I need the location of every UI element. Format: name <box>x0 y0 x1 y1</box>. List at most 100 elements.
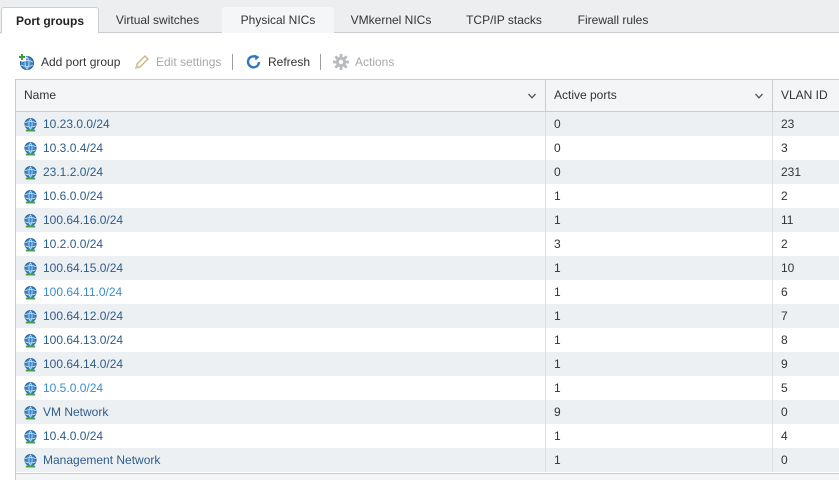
vlan-id-cell: 231 <box>781 165 802 179</box>
table-row[interactable]: 10.2.0.0/24 3 2 <box>16 232 839 256</box>
network-globe-icon <box>24 285 37 300</box>
port-group-name-cell: 100.64.15.0/24 <box>16 256 546 280</box>
vlan-id-cell: 11 <box>781 213 794 227</box>
network-globe-icon <box>24 381 37 396</box>
vlan-id-cell: 2 <box>781 189 788 203</box>
tab-physical-nics[interactable]: Physical NICs <box>222 7 334 33</box>
edit-settings-button[interactable]: Edit settings <box>133 50 221 74</box>
network-globe-icon <box>24 261 37 276</box>
network-globe-icon <box>24 429 37 444</box>
port-group-link[interactable]: VM Network <box>43 400 108 424</box>
chevron-down-icon[interactable] <box>754 91 764 101</box>
network-globe-icon <box>24 213 37 228</box>
port-group-name-cell: 100.64.12.0/24 <box>16 304 546 328</box>
network-globe-icon <box>24 309 37 324</box>
port-group-link[interactable]: 100.64.14.0/24 <box>43 352 123 376</box>
port-group-name-cell: 10.6.0.0/24 <box>16 184 546 208</box>
port-group-link[interactable]: 100.64.12.0/24 <box>43 304 123 328</box>
table-row[interactable]: 100.64.15.0/24 1 10 <box>16 256 839 280</box>
pencil-icon <box>133 53 151 71</box>
active-ports-cell: 1 <box>546 280 773 304</box>
tab-firewall-rules[interactable]: Firewall rules <box>566 7 660 33</box>
toolbar: Add port group Edit settings Refresh Act… <box>16 50 839 74</box>
port-group-link[interactable]: 100.64.13.0/24 <box>43 328 123 352</box>
port-group-name-cell: 100.64.14.0/24 <box>16 352 546 376</box>
port-group-link[interactable]: Management Network <box>43 448 160 472</box>
column-label: VLAN ID <box>781 88 828 102</box>
table-row[interactable]: 100.64.11.0/24 1 6 <box>16 280 839 304</box>
port-group-link[interactable]: 100.64.16.0/24 <box>43 208 123 232</box>
vlan-id-cell: 3 <box>781 141 788 155</box>
port-group-link[interactable]: 10.23.0.0/24 <box>43 112 110 136</box>
table-row[interactable]: 10.3.0.4/24 0 3 <box>16 136 839 160</box>
port-group-link[interactable]: 10.2.0.0/24 <box>43 232 103 256</box>
network-globe-icon <box>24 189 37 204</box>
refresh-label: Refresh <box>268 55 311 69</box>
port-group-link[interactable]: 10.4.0.0/24 <box>43 424 103 448</box>
active-ports-cell: 3 <box>546 232 773 256</box>
port-group-link[interactable]: 100.64.15.0/24 <box>43 256 123 280</box>
active-ports-cell: 1 <box>546 448 773 472</box>
table-row[interactable]: 100.64.13.0/24 1 8 <box>16 328 839 352</box>
chevron-down-icon[interactable] <box>527 91 537 101</box>
actions-label: Actions <box>355 55 395 69</box>
actions-button[interactable]: Actions <box>332 50 394 74</box>
port-group-link[interactable]: 10.5.0.0/24 <box>43 376 103 400</box>
port-group-name-cell: Management Network <box>16 448 546 472</box>
port-group-name-cell: 23.1.2.0/24 <box>16 160 546 184</box>
table-row[interactable]: 10.23.0.0/24 0 23 <box>16 112 839 136</box>
vlan-id-cell: 6 <box>781 285 788 299</box>
port-group-name-cell: 10.5.0.0/24 <box>16 376 546 400</box>
network-globe-icon <box>24 453 37 468</box>
port-group-link[interactable]: 23.1.2.0/24 <box>43 160 103 184</box>
vlan-id-cell: 7 <box>781 309 788 323</box>
port-group-name-cell: 100.64.16.0/24 <box>16 208 546 232</box>
port-group-link[interactable]: 100.64.11.0/24 <box>43 280 122 304</box>
active-ports-cell: 1 <box>546 256 773 280</box>
port-group-name-cell: 10.3.0.4/24 <box>16 136 546 160</box>
port-group-name-cell: VM Network <box>16 400 546 424</box>
table-row[interactable]: 10.5.0.0/24 1 5 <box>16 376 839 400</box>
edit-settings-label: Edit settings <box>156 55 222 69</box>
vlan-id-cell: 0 <box>781 405 788 419</box>
network-globe-icon <box>24 141 37 156</box>
table-row[interactable]: 100.64.14.0/24 1 9 <box>16 352 839 376</box>
vlan-id-cell: 10 <box>781 261 795 275</box>
port-group-name-cell: 10.2.0.0/24 <box>16 232 546 256</box>
vlan-id-cell: 2 <box>781 237 788 251</box>
network-globe-icon <box>24 237 37 252</box>
network-globe-icon <box>24 165 37 180</box>
tab-vmkernel-nics[interactable]: VMkernel NICs <box>336 7 446 33</box>
vlan-id-cell: 23 <box>781 117 795 131</box>
port-group-link[interactable]: 10.3.0.4/24 <box>43 136 103 160</box>
active-ports-cell: 0 <box>546 112 773 136</box>
port-group-name-cell: 10.4.0.0/24 <box>16 424 546 448</box>
port-group-name-cell: 100.64.11.0/24 <box>16 280 546 304</box>
port-group-link[interactable]: 10.6.0.0/24 <box>43 184 103 208</box>
column-header-name[interactable]: Name <box>16 80 546 112</box>
vlan-id-cell: 9 <box>781 357 788 371</box>
port-group-name-cell: 10.23.0.0/24 <box>16 112 546 136</box>
tab-virtual-switches[interactable]: Virtual switches <box>101 7 214 33</box>
tab-tcpip-stacks[interactable]: TCP/IP stacks <box>452 7 556 33</box>
table-row[interactable]: 10.6.0.0/24 1 2 <box>16 184 839 208</box>
network-globe-icon <box>24 405 37 420</box>
column-header-active-ports[interactable]: Active ports <box>546 80 773 112</box>
active-ports-cell: 1 <box>546 328 773 352</box>
active-ports-cell: 1 <box>546 376 773 400</box>
table-row[interactable]: 100.64.16.0/24 1 11 <box>16 208 839 232</box>
add-port-group-button[interactable]: Add port group <box>18 50 120 74</box>
table-row[interactable]: 23.1.2.0/24 0 231 <box>16 160 839 184</box>
network-globe-icon <box>24 357 37 372</box>
table-header: Name Active ports VLAN ID <box>16 80 839 112</box>
active-ports-cell: 1 <box>546 208 773 232</box>
active-ports-cell: 0 <box>546 160 773 184</box>
table-row[interactable]: 100.64.12.0/24 1 7 <box>16 304 839 328</box>
column-header-vlan-id[interactable]: VLAN ID <box>773 80 839 112</box>
active-ports-cell: 1 <box>546 304 773 328</box>
table-row[interactable]: 10.4.0.0/24 1 4 <box>16 424 839 448</box>
table-row[interactable]: VM Network 9 0 <box>16 400 839 424</box>
tab-port-groups[interactable]: Port groups <box>1 7 99 34</box>
refresh-button[interactable]: Refresh <box>245 50 310 74</box>
table-row[interactable]: Management Network 1 0 <box>16 448 839 472</box>
